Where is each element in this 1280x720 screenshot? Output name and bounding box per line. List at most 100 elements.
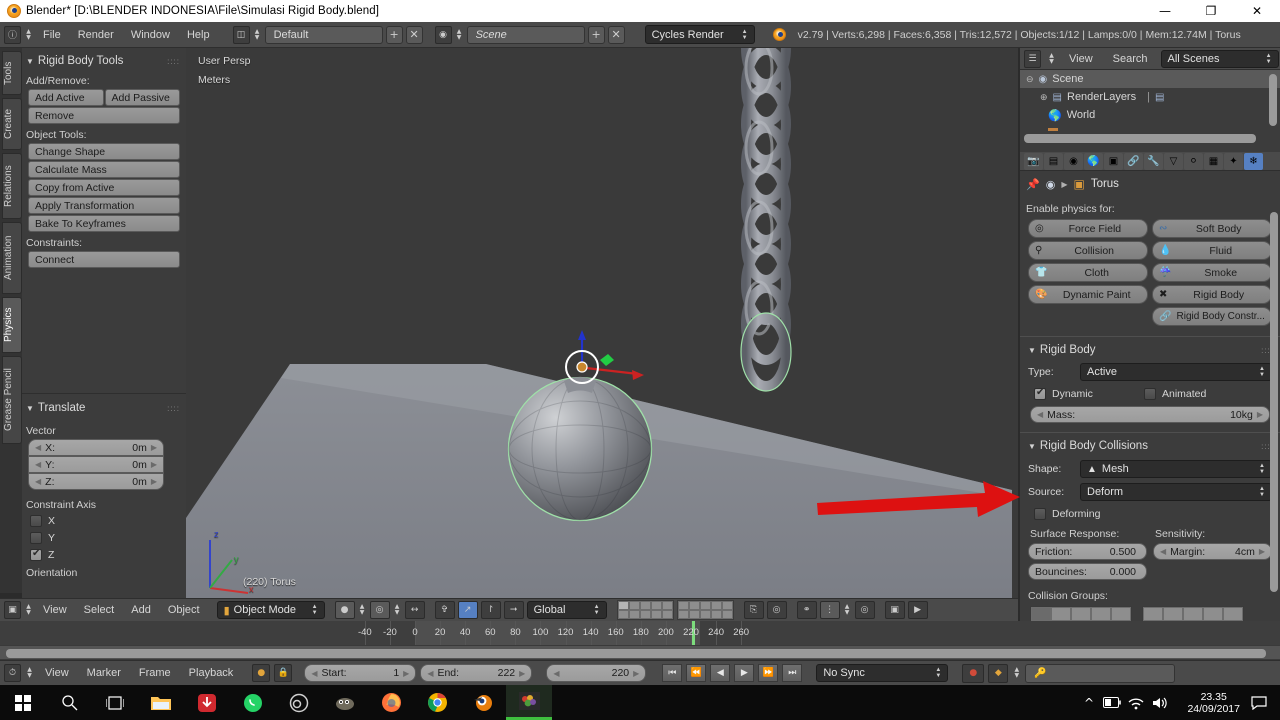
tab-grease-pencil[interactable]: Grease Pencil [2,356,22,444]
jump-to-start-button[interactable]: ⏮ [662,664,683,682]
manipulator-toggle-icon[interactable]: ➞ [503,601,524,619]
editor-type-spinner-icon[interactable]: ▲ ▼ [24,601,33,619]
transform-orientation-select[interactable]: Global ▲ ▼ [526,601,607,619]
tab-animation[interactable]: Animation [2,222,22,294]
soft-body-button[interactable]: ∾ Soft Body [1152,219,1272,238]
layer-cell[interactable] [661,610,673,619]
dynamic-paint-button[interactable]: 🎨 Dynamic Paint [1028,285,1148,304]
pivot-spinner-icon[interactable]: ▲ ▼ [393,601,402,619]
increment-arrow-icon[interactable]: ▶ [1257,410,1263,419]
jump-to-next-keyframe-button[interactable]: ⏩ [758,664,779,682]
dynamic-checkbox-row[interactable]: Dynamic [1034,387,1144,400]
opengl-render-animation-icon[interactable]: ▶ [907,601,928,619]
shading-spinner-icon[interactable]: ▲ ▼ [358,601,367,619]
delete-screen-layout-button[interactable]: ✕ [405,25,423,44]
layer-cell[interactable] [699,601,711,610]
start-frame-field[interactable]: ◀ Start: 1 ▶ [304,664,417,682]
search-icon[interactable] [46,685,92,720]
battery-icon[interactable] [1100,685,1124,720]
scene-spinner-icon[interactable]: ▲ ▼ [455,26,464,44]
tab-particles-icon[interactable]: ✦ [1224,152,1243,170]
smoke-button[interactable]: ☔ Smoke [1152,263,1272,282]
task-view-icon[interactable] [92,685,138,720]
obs-icon[interactable] [276,685,322,720]
tab-create[interactable]: Create [2,98,22,150]
collision-source-select[interactable]: Deform ▲ ▼ [1080,483,1272,501]
checkbox-animated-icon[interactable] [1144,388,1156,400]
tab-render-icon[interactable]: 📷 [1024,152,1043,170]
layer-cell[interactable] [710,601,722,610]
screen-layout-icon[interactable]: ◫ [232,25,250,44]
tab-constraints-icon[interactable]: 🔗 [1124,152,1143,170]
blender-icon[interactable] [460,685,506,720]
friction-field[interactable]: Friction: 0.500 [1028,543,1147,560]
add-active-button[interactable]: Add Active [28,89,104,106]
keying-set-field[interactable]: 🔑 [1025,663,1176,683]
snap-element-icon[interactable]: ⋮ [819,601,840,619]
timeline-menu-playback[interactable]: Playback [182,665,241,681]
expand-circle-icon[interactable]: ⊕ [1040,92,1048,103]
increment-arrow-icon[interactable]: ▶ [519,669,525,678]
layer-cell[interactable] [710,610,722,619]
change-shape-button[interactable]: Change Shape [28,143,180,160]
keying-set-spinner-icon[interactable]: ▲ ▼ [1012,664,1021,682]
bake-to-keyframes-button[interactable]: Bake To Keyframes [28,215,180,232]
menu-file[interactable]: File [36,27,68,43]
decrement-arrow-icon[interactable]: ◀ [35,460,41,469]
vector-z-field[interactable]: ◀ Z: 0m ▶ [28,473,164,490]
manipulate-center-points-icon[interactable]: ↔ [404,601,425,619]
collision-group-cell[interactable] [1111,607,1131,621]
scene-browser-icon[interactable]: ◉ [434,25,452,44]
snap-magnet-icon[interactable]: ⚭ [796,601,817,619]
object-browse-icon[interactable]: ◉ [1046,178,1056,191]
viewport-menu-object[interactable]: Object [161,602,207,618]
apply-transformation-button[interactable]: Apply Transformation [28,197,180,214]
tab-render-layers-icon[interactable]: ▤ [1044,152,1063,170]
animated-checkbox-row[interactable]: Animated [1144,388,1206,400]
layer-cell[interactable] [628,601,640,610]
sync-mode-select[interactable]: No Sync ▲ ▼ [816,664,949,682]
increment-arrow-icon[interactable]: ▶ [403,669,409,678]
bounciness-field[interactable]: Bouncines: 0.000 [1028,563,1147,580]
layer-cell[interactable] [688,601,700,610]
maximize-button[interactable]: ❐ [1188,0,1234,22]
collision-group-cell[interactable] [1031,607,1051,621]
outliner-display-mode-select[interactable]: All Scenes ▲ ▼ [1160,49,1279,68]
menu-help[interactable]: Help [180,27,217,43]
jump-to-end-button[interactable]: ⏭ [782,664,803,682]
decrement-arrow-icon[interactable]: ◀ [427,669,433,678]
decrement-arrow-icon[interactable]: ◀ [311,669,317,678]
layer-cell[interactable] [639,601,651,610]
layer-cell[interactable] [661,601,673,610]
fluid-button[interactable]: 💧 Fluid [1152,241,1272,260]
constraint-axis-z-row[interactable]: Z [30,548,186,561]
outliner-vertical-scrollbar[interactable] [1269,74,1277,126]
layer-cell[interactable] [699,610,711,619]
photos-icon[interactable] [506,685,552,720]
tab-material-icon[interactable]: ⚪ [1184,152,1203,170]
collision-group-cell[interactable] [1051,607,1071,621]
collision-group-cell[interactable] [1071,607,1091,621]
show-hidden-icons-chevron-icon[interactable]: ^ [1078,685,1100,720]
firefox-icon[interactable] [368,685,414,720]
layer-cell[interactable] [721,601,733,610]
interaction-mode-select[interactable]: ▮ Object Mode ▲ ▼ [216,601,325,619]
editor-type-spinner-icon[interactable]: ▲ ▼ [25,664,34,682]
file-explorer-icon[interactable] [138,685,184,720]
layer-cell[interactable] [617,610,629,619]
layer-cell[interactable] [639,610,651,619]
close-button[interactable]: ✕ [1234,0,1280,22]
increment-arrow-icon[interactable]: ▶ [151,460,157,469]
timeline-ruler[interactable]: -40 -20 0 20 40 60 80 100 120 140 160 180 200 220 240 2… [0,621,1280,660]
current-frame-field[interactable]: ◀ 220 ▶ [546,664,647,682]
taskbar-clock[interactable]: 23.35 24/09/2017 [1187,685,1240,720]
checkbox-y-icon[interactable] [30,532,42,544]
editor-type-3dview-icon[interactable]: ▣ [4,601,21,619]
screen-layout-field[interactable]: Default [264,25,383,44]
snap-target-icon[interactable]: ◎ [854,601,875,619]
pivot-point-icon[interactable]: ◎ [369,601,390,619]
add-screen-layout-button[interactable]: + [385,25,403,44]
add-scene-button[interactable]: + [587,25,605,44]
rigid-body-collisions-panel-header[interactable]: ▼ Rigid Body Collisions :::: [1020,437,1280,455]
rigid-body-type-select[interactable]: Active ▲ ▼ [1080,363,1272,381]
